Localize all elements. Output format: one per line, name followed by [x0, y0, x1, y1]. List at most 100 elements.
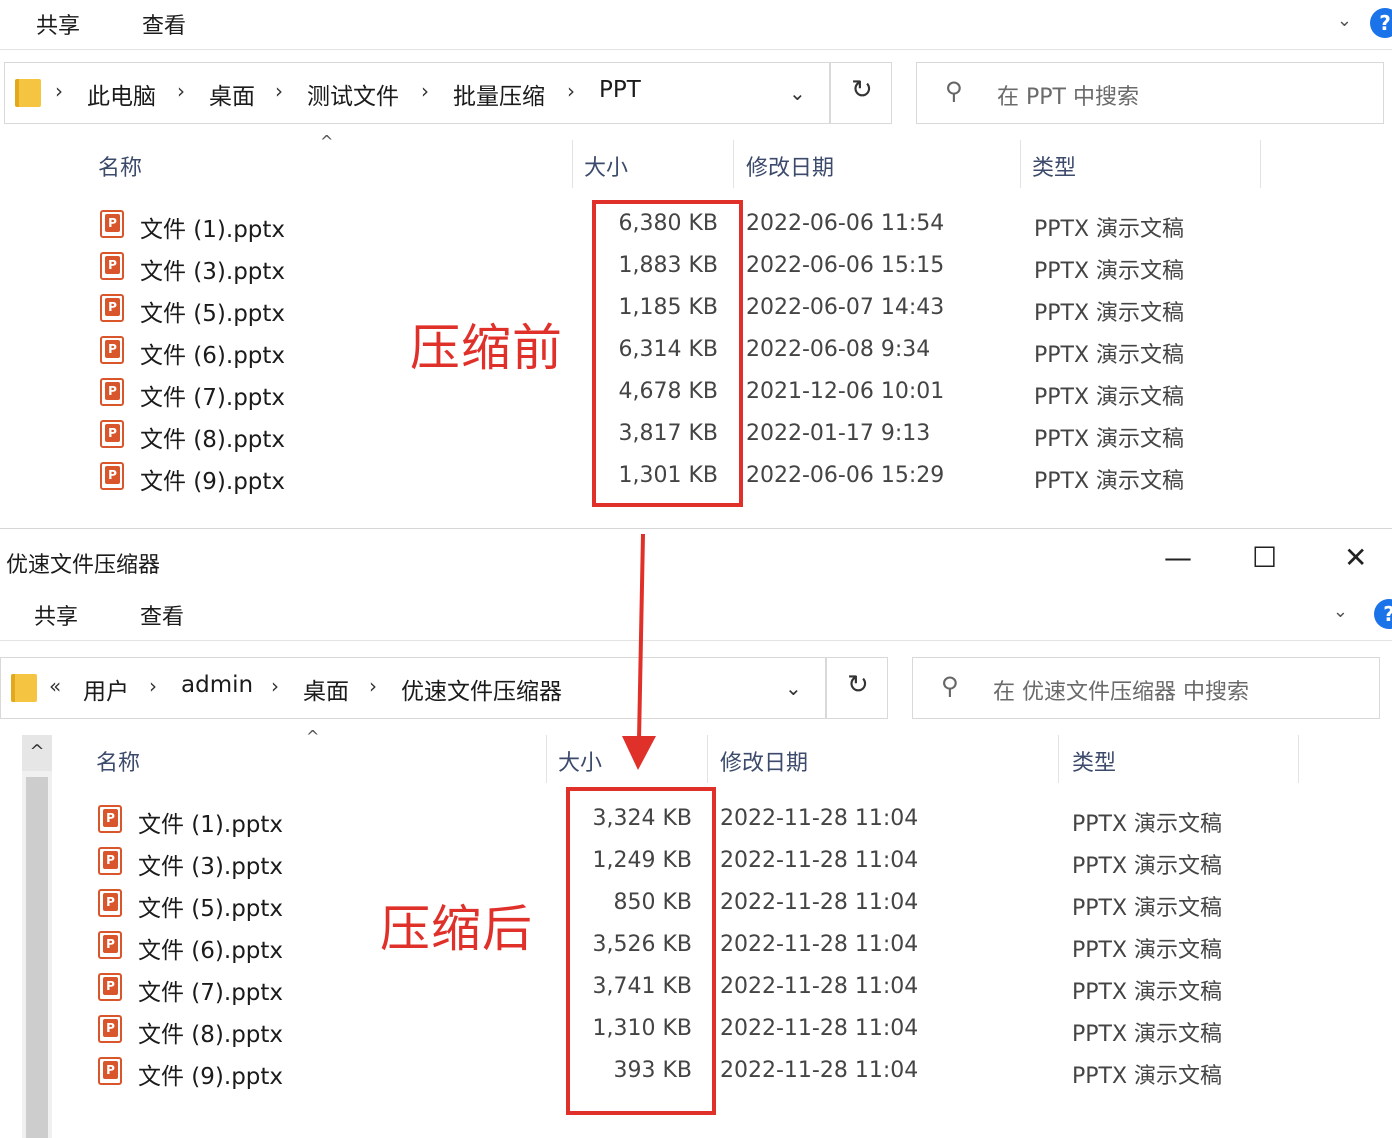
expand-ribbon-icon[interactable]: ⌄ — [1337, 10, 1352, 31]
file-type: PPTX 演示文稿 — [1034, 217, 1185, 242]
tab-share[interactable]: 共享 — [34, 599, 78, 631]
file-date: 2022-06-06 11:54 — [746, 211, 945, 236]
chevron-right-icon: › — [271, 674, 279, 698]
breadcrumb-test-files[interactable]: 测试文件 — [307, 77, 399, 111]
column-divider[interactable] — [1058, 735, 1059, 783]
file-type: PPTX 演示文稿 — [1072, 980, 1223, 1005]
file-name: 文件 (3).pptx — [140, 259, 286, 285]
highlight-box-after — [566, 787, 716, 1115]
column-header-date[interactable]: 修改日期 — [746, 150, 834, 182]
file-date: 2022-06-06 15:29 — [746, 463, 945, 488]
folder-icon — [15, 79, 41, 107]
file-type: PPTX 演示文稿 — [1034, 469, 1185, 494]
minimize-button[interactable]: — — [1164, 541, 1192, 574]
file-type: PPTX 演示文稿 — [1072, 896, 1223, 921]
tab-share[interactable]: 共享 — [36, 8, 80, 40]
pptx-file-icon — [100, 420, 124, 448]
expand-ribbon-icon[interactable]: ⌄ — [1333, 601, 1348, 622]
search-icon: ⚲ — [941, 672, 959, 700]
file-type: PPTX 演示文稿 — [1034, 343, 1185, 368]
chevron-right-icon: › — [275, 79, 283, 103]
tab-view[interactable]: 查看 — [140, 599, 184, 631]
file-date: 2022-06-08 9:34 — [746, 337, 931, 362]
column-divider[interactable] — [707, 735, 708, 783]
file-type: PPTX 演示文稿 — [1072, 854, 1223, 879]
file-date: 2022-11-28 11:04 — [720, 932, 919, 957]
explorer-window-before: 共享 查看 ⌄ ? › 此电脑 › 桌面 › 测试文件 › 批量压缩 › PPT… — [0, 0, 1392, 528]
help-icon[interactable]: ? — [1370, 8, 1392, 38]
address-bar[interactable]: › 此电脑 › 桌面 › 测试文件 › 批量压缩 › PPT ⌄ — [4, 62, 830, 124]
chevron-right-icon: › — [149, 674, 157, 698]
file-type: PPTX 演示文稿 — [1034, 259, 1185, 284]
file-name: 文件 (7).pptx — [140, 385, 286, 411]
file-name: 文件 (8).pptx — [138, 1022, 284, 1048]
file-name: 文件 (9).pptx — [138, 1064, 284, 1090]
annotation-before: 压缩前 — [410, 319, 563, 377]
chevron-right-icon: › — [421, 79, 429, 103]
pptx-file-icon — [98, 1057, 122, 1085]
file-type: PPTX 演示文稿 — [1072, 1064, 1223, 1089]
column-divider[interactable] — [1298, 735, 1299, 783]
breadcrumb-admin[interactable]: admin — [181, 672, 253, 698]
sort-ascending-icon[interactable]: ^ — [320, 132, 333, 151]
file-type: PPTX 演示文稿 — [1072, 1022, 1223, 1047]
maximize-button[interactable]: ☐ — [1252, 541, 1277, 574]
overflow-icon[interactable]: « — [49, 674, 61, 698]
pptx-file-icon — [98, 973, 122, 1001]
column-divider[interactable] — [546, 735, 547, 783]
file-name: 文件 (3).pptx — [138, 854, 284, 880]
column-divider[interactable] — [572, 140, 573, 188]
column-header-type[interactable]: 类型 — [1072, 745, 1116, 777]
chevron-right-icon: › — [369, 674, 377, 698]
column-divider[interactable] — [1260, 140, 1261, 188]
chevron-right-icon: › — [55, 79, 63, 103]
refresh-button[interactable]: ↻ — [826, 657, 888, 719]
sort-ascending-icon[interactable]: ^ — [306, 727, 319, 746]
chevron-down-icon[interactable]: ⌄ — [789, 81, 806, 105]
close-button[interactable]: ✕ — [1344, 541, 1367, 574]
scroll-up-icon[interactable]: ^ — [22, 735, 52, 771]
chevron-right-icon: › — [567, 79, 575, 103]
file-date: 2022-06-06 15:15 — [746, 253, 945, 278]
breadcrumb-users[interactable]: 用户 — [83, 672, 129, 706]
file-date: 2022-11-28 11:04 — [720, 974, 919, 999]
breadcrumb-compressor-folder[interactable]: 优速文件压缩器 — [401, 672, 562, 706]
file-name: 文件 (5).pptx — [138, 896, 284, 922]
file-name: 文件 (7).pptx — [138, 980, 284, 1006]
file-date: 2022-11-28 11:04 — [720, 890, 919, 915]
pptx-file-icon — [100, 336, 124, 364]
breadcrumb-desktop[interactable]: 桌面 — [303, 672, 349, 706]
title-bar: 优速文件压缩器 — ☐ ✕ — [0, 529, 1392, 591]
file-type: PPTX 演示文稿 — [1034, 385, 1185, 410]
column-header-size[interactable]: 大小 — [558, 745, 602, 777]
highlight-box-before — [592, 200, 743, 507]
column-divider[interactable] — [1020, 140, 1021, 188]
column-header-type[interactable]: 类型 — [1032, 150, 1076, 182]
column-header-name[interactable]: 名称 — [98, 150, 142, 182]
pptx-file-icon — [98, 847, 122, 875]
breadcrumb-batch-compress[interactable]: 批量压缩 — [453, 77, 545, 111]
column-divider[interactable] — [733, 140, 734, 188]
breadcrumb-this-pc[interactable]: 此电脑 — [87, 77, 156, 111]
file-date: 2022-06-07 14:43 — [746, 295, 945, 320]
file-name: 文件 (1).pptx — [138, 812, 284, 838]
file-type: PPTX 演示文稿 — [1034, 301, 1185, 326]
refresh-button[interactable]: ↻ — [830, 62, 892, 124]
column-header-date[interactable]: 修改日期 — [720, 745, 808, 777]
breadcrumb-desktop[interactable]: 桌面 — [209, 77, 255, 111]
pptx-file-icon — [100, 252, 124, 280]
tab-view[interactable]: 查看 — [142, 8, 186, 40]
column-header-size[interactable]: 大小 — [584, 150, 628, 182]
address-bar[interactable]: « 用户 › admin › 桌面 › 优速文件压缩器 ⌄ — [0, 657, 826, 719]
help-icon[interactable]: ? — [1374, 599, 1392, 629]
search-icon: ⚲ — [945, 77, 963, 105]
column-header-name[interactable]: 名称 — [96, 745, 140, 777]
search-input[interactable]: ⚲ 在 优速文件压缩器 中搜索 — [912, 657, 1380, 719]
search-input[interactable]: ⚲ 在 PPT 中搜索 — [916, 62, 1384, 124]
pptx-file-icon — [100, 378, 124, 406]
breadcrumb-ppt[interactable]: PPT — [599, 77, 641, 103]
pptx-file-icon — [98, 931, 122, 959]
ribbon: 共享 查看 ⌄ ? — [0, 0, 1392, 50]
chevron-down-icon[interactable]: ⌄ — [785, 676, 802, 700]
file-name: 文件 (5).pptx — [140, 301, 286, 327]
